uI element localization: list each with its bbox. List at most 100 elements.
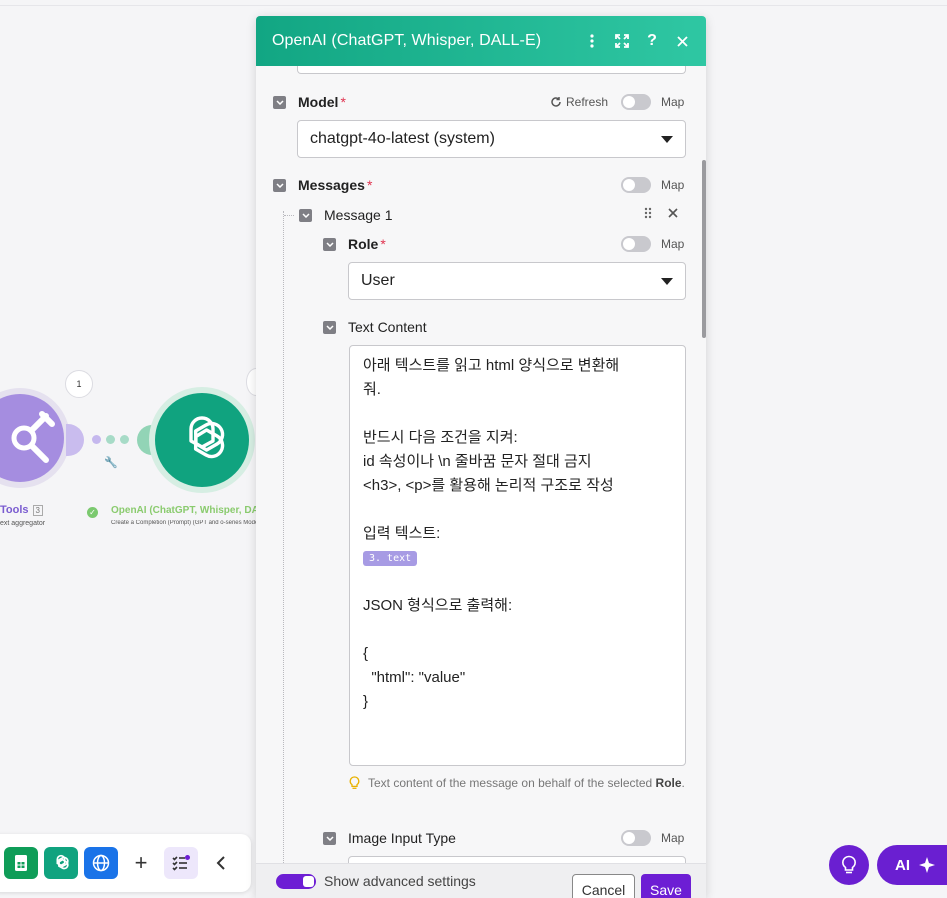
image-input-type-map-switch[interactable] <box>621 830 651 846</box>
close-icon[interactable] <box>674 35 690 47</box>
route-connector[interactable] <box>92 435 129 444</box>
refresh-button[interactable]: Refresh <box>550 95 608 109</box>
tools-node-badge: 1 <box>65 370 93 398</box>
message-item-header: Message 1 <box>299 207 392 223</box>
lightbulb-icon <box>349 776 360 789</box>
role-map-toggle[interactable]: Map <box>621 236 684 252</box>
module-settings-panel: OpenAI (ChatGPT, Whisper, DALL-E) ? Mode… <box>256 16 706 898</box>
model-map-switch[interactable] <box>621 94 651 110</box>
ai-button-label: AI <box>895 856 910 874</box>
text-line: JSON 형식으로 출력해: <box>363 597 513 614</box>
check-icon: ✓ <box>87 507 98 518</box>
panel-title: OpenAI (ChatGPT, Whisper, DALL-E) <box>272 32 542 49</box>
tools-node-label: Tools 3 <box>0 504 43 516</box>
hints-button[interactable] <box>829 845 869 885</box>
messages-map-label: Map <box>661 178 685 192</box>
openai-node-sublabel: Create a Completion (Prompt) (GPT and o-… <box>111 520 256 526</box>
globe-icon <box>92 854 110 872</box>
text-line: "html": "value" <box>363 669 466 686</box>
tree-guide-branch <box>284 215 294 216</box>
text-content-editor[interactable]: 아래 텍스트를 읽고 html 양식으로 변환해 줘. 반드시 다음 조건을 지… <box>349 345 686 766</box>
add-module-button[interactable]: + <box>124 847 158 879</box>
variable-pill-text[interactable]: 3. text <box>363 550 418 566</box>
role-label: Role * <box>348 236 386 252</box>
panel-body[interactable]: Model * Refresh Map chatgpt-4o-latest (sy… <box>256 66 706 863</box>
task-list-icon <box>172 855 190 871</box>
variable-line: 3. text <box>363 546 672 570</box>
image-input-type-select[interactable] <box>348 856 686 863</box>
messages-label: Messages * <box>298 177 373 193</box>
sparkle-icon <box>919 857 935 873</box>
remove-item-icon[interactable] <box>668 208 678 218</box>
ai-assistant-button[interactable]: AI <box>877 845 947 885</box>
task-list-button[interactable] <box>164 847 198 879</box>
tools-node-title: Tools <box>0 504 29 516</box>
chevron-down-icon <box>661 135 673 143</box>
tools-node-handle[interactable] <box>66 424 84 456</box>
openai-node[interactable] <box>155 393 249 487</box>
image-input-type-map-toggle[interactable]: Map <box>621 830 684 846</box>
text-content-field-header: Text Content <box>323 319 427 335</box>
chevron-left-icon <box>216 856 225 870</box>
refresh-label: Refresh <box>566 95 609 109</box>
model-collapse-checkbox[interactable] <box>273 95 286 109</box>
tools-node-count: 3 <box>32 505 43 516</box>
message-1-collapse-checkbox[interactable] <box>299 208 312 222</box>
role-map-switch[interactable] <box>621 236 651 252</box>
role-field-header: Role * <box>323 236 386 252</box>
tree-guide-line <box>283 211 284 863</box>
panel-scrollbar[interactable] <box>702 160 706 338</box>
openai-button[interactable] <box>44 847 78 879</box>
wrench-icon[interactable]: 🔧 <box>104 456 118 469</box>
text-line: } <box>363 693 369 710</box>
model-select[interactable]: chatgpt-4o-latest (system) <box>297 120 686 158</box>
image-input-type-collapse-checkbox[interactable] <box>323 831 336 845</box>
text-line: 반드시 다음 조건을 지켜: <box>363 429 518 446</box>
model-map-toggle[interactable]: Map <box>621 94 684 110</box>
text-line <box>363 618 672 642</box>
panel-header: OpenAI (ChatGPT, Whisper, DALL-E) ? <box>256 16 706 66</box>
save-button[interactable]: Save <box>641 874 691 898</box>
model-select-value: chatgpt-4o-latest (system) <box>310 130 495 147</box>
previous-field-input[interactable] <box>297 66 686 74</box>
lightbulb-icon <box>842 855 856 874</box>
refresh-icon <box>551 97 561 107</box>
canvas-divider <box>0 5 947 6</box>
role-collapse-checkbox[interactable] <box>323 237 336 251</box>
text-content-hint: Text content of the message on behalf of… <box>349 775 689 792</box>
role-select[interactable]: User <box>348 262 686 300</box>
text-line <box>363 498 672 522</box>
tools-node-sublabel: ext aggregator <box>0 520 46 527</box>
text-line: <h3>, <p>를 활용해 논리적 구조로 작성 <box>363 477 614 494</box>
image-input-type-label: Image Input Type <box>348 830 456 846</box>
http-button[interactable] <box>84 847 118 879</box>
collapse-toolbar-button[interactable] <box>204 847 238 879</box>
text-line <box>363 570 672 594</box>
messages-map-switch[interactable] <box>621 177 651 193</box>
model-map-label: Map <box>661 95 685 109</box>
more-options-icon[interactable] <box>584 34 600 48</box>
panel-footer: Show advanced settings Cancel Save <box>256 863 706 898</box>
messages-collapse-checkbox[interactable] <box>273 178 286 192</box>
cancel-button[interactable]: Cancel <box>572 874 635 898</box>
role-select-value: User <box>361 272 395 289</box>
tools-icon <box>11 411 55 463</box>
advanced-settings-toggle[interactable] <box>276 873 316 889</box>
openai-logo-icon <box>189 416 225 459</box>
drag-handle-icon[interactable] <box>644 207 652 219</box>
text-line: 줘. <box>363 381 381 398</box>
expand-icon[interactable] <box>614 34 630 48</box>
message-item-actions <box>644 207 678 219</box>
message-1-label: Message 1 <box>324 207 393 223</box>
google-sheets-button[interactable] <box>4 847 38 879</box>
text-content-collapse-checkbox[interactable] <box>323 320 336 334</box>
messages-field-header: Messages * <box>273 177 372 193</box>
image-input-type-field-header: Image Input Type <box>323 830 456 846</box>
text-line: { <box>363 645 369 662</box>
help-icon[interactable]: ? <box>644 32 660 50</box>
image-input-type-map-label: Map <box>661 831 685 845</box>
text-line <box>363 402 672 426</box>
messages-map-toggle[interactable]: Map <box>621 177 684 193</box>
text-line: 입력 텍스트: <box>363 525 441 542</box>
role-map-label: Map <box>661 237 685 251</box>
